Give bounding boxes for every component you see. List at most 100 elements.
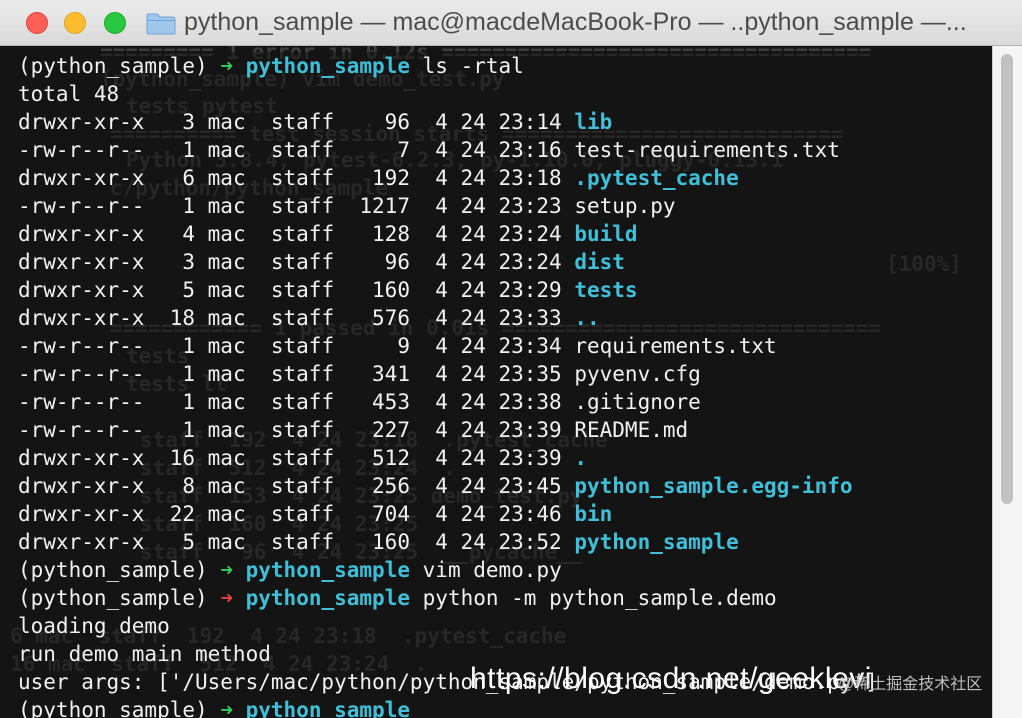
- close-button[interactable]: [26, 12, 48, 34]
- file-user: mac: [195, 334, 246, 358]
- output-line: total 48: [18, 80, 119, 108]
- file-links: 1: [144, 418, 196, 442]
- prompt-env: (python_sample): [18, 698, 208, 718]
- file-time: 23:45: [485, 474, 562, 498]
- file-perms: drwxr-xr-x: [18, 222, 145, 246]
- file-user: mac: [195, 362, 246, 386]
- folder-icon: [146, 13, 176, 35]
- file-size: 128: [334, 222, 410, 246]
- file-perms: -rw-r--r--: [18, 334, 145, 358]
- prompt-cwd: python_sample: [245, 54, 410, 78]
- file-links: 3: [144, 110, 196, 134]
- file-links: 5: [144, 530, 196, 554]
- file-perms: drwxr-xr-x: [18, 530, 145, 554]
- file-size: 453: [334, 390, 410, 414]
- file-perms: drwxr-xr-x: [18, 306, 145, 330]
- file-day: 24: [447, 530, 486, 554]
- output-line: run demo main method: [18, 640, 271, 668]
- file-day: 24: [447, 110, 486, 134]
- file-links: 4: [144, 222, 196, 246]
- file-group: staff: [245, 166, 335, 190]
- listing-row: -rw-r--r-- 1 mac staff 7 4 24 23:16 test…: [18, 136, 840, 164]
- file-group: staff: [245, 138, 335, 162]
- file-size: 256: [334, 474, 410, 498]
- maximize-button[interactable]: [104, 12, 126, 34]
- file-month: 4: [409, 222, 448, 246]
- file-links: 22: [144, 502, 196, 526]
- file-links: 1: [144, 334, 196, 358]
- prompt-line: (python_sample) ➜ python_sample ls -rtal: [18, 52, 524, 80]
- file-time: 23:29: [485, 278, 562, 302]
- file-user: mac: [195, 278, 246, 302]
- file-day: 24: [447, 306, 486, 330]
- listing-row: -rw-r--r-- 1 mac staff 1217 4 24 23:23 s…: [18, 192, 676, 220]
- file-size: 192: [334, 166, 410, 190]
- prompt-cwd: python_sample: [245, 698, 410, 718]
- success-arrow-icon: ➜: [220, 698, 233, 718]
- directory-name: dist: [574, 250, 625, 274]
- file-user: mac: [195, 110, 246, 134]
- file-name: README.md: [574, 418, 689, 442]
- file-user: mac: [195, 166, 246, 190]
- file-user: mac: [195, 530, 246, 554]
- title-bar[interactable]: python_sample — mac@macdeMacBook-Pro — .…: [0, 0, 1022, 46]
- file-size: 512: [334, 446, 410, 470]
- window-title: python_sample — mac@macdeMacBook-Pro — .…: [184, 8, 967, 36]
- file-group: staff: [245, 250, 335, 274]
- file-user: mac: [195, 194, 246, 218]
- file-links: 1: [144, 138, 196, 162]
- terminal-window: python_sample — mac@macdeMacBook-Pro — .…: [0, 0, 1022, 718]
- file-user: mac: [195, 306, 246, 330]
- command-text: python -m python_sample.demo: [422, 586, 777, 610]
- file-group: staff: [245, 502, 335, 526]
- file-user: mac: [195, 418, 246, 442]
- file-time: 23:46: [485, 502, 562, 526]
- file-links: 1: [144, 390, 196, 414]
- minimize-button[interactable]: [64, 12, 86, 34]
- file-day: 24: [447, 166, 486, 190]
- file-perms: drwxr-xr-x: [18, 474, 145, 498]
- scrollbar-thumb[interactable]: [1001, 54, 1013, 504]
- file-user: mac: [195, 446, 246, 470]
- file-day: 24: [447, 502, 486, 526]
- file-size: 227: [334, 418, 410, 442]
- file-day: 24: [447, 390, 486, 414]
- file-group: staff: [245, 222, 335, 246]
- prompt-line: (python_sample) ➜ python_sample vim demo…: [18, 556, 562, 584]
- scrollbar[interactable]: [992, 46, 1022, 718]
- listing-row: drwxr-xr-x 18 mac staff 576 4 24 23:33 .…: [18, 304, 600, 332]
- file-group: staff: [245, 446, 335, 470]
- file-month: 4: [409, 502, 448, 526]
- file-month: 4: [409, 474, 448, 498]
- file-time: 23:14: [485, 110, 562, 134]
- file-perms: drwxr-xr-x: [18, 166, 145, 190]
- file-group: staff: [245, 390, 335, 414]
- file-size: 96: [334, 110, 410, 134]
- file-links: 6: [144, 166, 196, 190]
- file-links: 1: [144, 362, 196, 386]
- error-arrow-icon: ➜: [220, 586, 233, 610]
- file-links: 5: [144, 278, 196, 302]
- file-name: pyvenv.cfg: [574, 362, 701, 386]
- file-month: 4: [409, 362, 448, 386]
- file-month: 4: [409, 334, 448, 358]
- listing-row: drwxr-xr-x 3 mac staff 96 4 24 23:14 lib: [18, 108, 612, 136]
- file-time: 23:39: [485, 446, 562, 470]
- file-links: 3: [144, 250, 196, 274]
- file-day: 24: [447, 418, 486, 442]
- file-month: 4: [409, 250, 448, 274]
- directory-name: build: [574, 222, 638, 246]
- terminal-body[interactable]: ========= 1 error in 0.12s =============…: [0, 46, 1022, 718]
